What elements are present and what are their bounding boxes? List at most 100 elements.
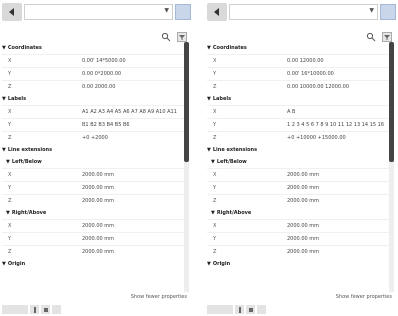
property-value[interactable]: 2000.00 mm: [283, 197, 389, 206]
property-label: Y: [213, 236, 217, 242]
bottom-button[interactable]: [52, 305, 61, 314]
bottom-field[interactable]: [207, 305, 233, 314]
section-labels[interactable]: ▼ Labels: [207, 93, 389, 105]
property-value[interactable]: 0.00 10000.00 12000.00: [283, 83, 389, 92]
property-row: Z 2000.00 mm: [2, 245, 184, 258]
property-value[interactable]: 0.00' 16*10000.00: [283, 70, 389, 79]
property-value[interactable]: +0 +2000: [78, 134, 184, 143]
panel-topbar: ▼: [207, 2, 396, 22]
search-button[interactable]: [161, 27, 171, 42]
section-coordinates[interactable]: ▼ Coordinates: [2, 42, 184, 54]
property-value[interactable]: 0.00' 14*5000.00: [78, 57, 184, 66]
subsection-left-below[interactable]: ▼ Left/Below: [2, 156, 184, 168]
section-line-extensions[interactable]: ▼ Line extensions: [207, 144, 389, 156]
property-label: X: [213, 223, 217, 229]
property-label: Y: [213, 122, 217, 128]
arrow-left-icon: [9, 8, 14, 16]
property-value[interactable]: 2000.00 mm: [283, 171, 389, 180]
filter-button[interactable]: [382, 27, 392, 42]
back-button[interactable]: [207, 3, 227, 21]
section-title: Right/Above: [11, 210, 47, 216]
expand-triangle-icon: ▼: [207, 147, 211, 153]
property-label: Z: [8, 84, 12, 90]
property-label: Z: [8, 198, 12, 204]
show-fewer-properties-link[interactable]: Show fewer properties: [131, 294, 187, 300]
pick-button[interactable]: [175, 4, 191, 20]
property-value[interactable]: 2000.00 mm: [283, 184, 389, 193]
property-value[interactable]: 0.00 0*2000.00: [78, 70, 184, 79]
property-list: ▼ Coordinates X 0.00 12000.00 Y 0.00' 16*10…: [207, 42, 389, 270]
property-value[interactable]: 2000.00 mm: [78, 222, 184, 231]
section-title: Left/Below: [216, 159, 247, 165]
scrollbar[interactable]: [184, 42, 189, 292]
section-title: Left/Below: [11, 159, 42, 165]
expand-triangle-icon: ▼: [207, 96, 211, 102]
property-value[interactable]: 0.00 12000.00: [283, 57, 389, 66]
subsection-right-above[interactable]: ▼ Right/Above: [2, 207, 184, 219]
property-row: Y 2000.00 mm: [2, 181, 184, 194]
property-value[interactable]: +0 +10000 +15000.00: [283, 134, 389, 143]
section-origin[interactable]: ▼ Origin: [2, 258, 184, 270]
object-type-dropdown[interactable]: ▼: [24, 4, 173, 20]
bottom-button[interactable]: [257, 305, 266, 314]
property-row: Z 2000.00 mm: [2, 194, 184, 207]
search-icon: [161, 32, 171, 42]
scrollbar-thumb[interactable]: [389, 42, 394, 162]
section-origin[interactable]: ▼ Origin: [207, 258, 389, 270]
property-value[interactable]: 2000.00 mm: [78, 248, 184, 257]
pin-icon: [33, 306, 36, 313]
section-line-extensions[interactable]: ▼ Line extensions: [2, 144, 184, 156]
filter-button[interactable]: [177, 27, 187, 42]
property-value[interactable]: 0.00 2000.00: [78, 83, 184, 92]
section-title: Origin: [212, 261, 231, 267]
search-button[interactable]: [366, 27, 376, 42]
property-label: Y: [8, 122, 12, 128]
property-value[interactable]: 2000.00 mm: [78, 235, 184, 244]
property-value[interactable]: 2000.00 mm: [283, 222, 389, 231]
section-title: Line extensions: [7, 147, 53, 153]
property-value[interactable]: 2000.00 mm: [78, 197, 184, 206]
expand-triangle-icon: ▼: [6, 210, 10, 216]
bottom-field[interactable]: [2, 305, 28, 314]
panel-topbar: ▼: [2, 2, 191, 22]
section-title: Labels: [212, 96, 232, 102]
chevron-down-icon: ▼: [369, 7, 374, 14]
subsection-left-below[interactable]: ▼ Left/Below: [207, 156, 389, 168]
property-label: Y: [213, 185, 217, 191]
bottom-button[interactable]: [235, 305, 244, 314]
subsection-right-above[interactable]: ▼ Right/Above: [207, 207, 389, 219]
bottom-toolbar: [207, 305, 266, 314]
property-value[interactable]: 1 2 3 4 5 6 7 8 9 10 11 12 13 14 15 16: [283, 121, 389, 130]
bottom-button[interactable]: [41, 305, 50, 314]
property-value[interactable]: 2000.00 mm: [78, 171, 184, 180]
bottom-button[interactable]: [30, 305, 39, 314]
property-value[interactable]: 2000.00 mm: [78, 184, 184, 193]
property-label: X: [213, 172, 217, 178]
property-value[interactable]: 2000.00 mm: [283, 235, 389, 244]
property-row: X 0.00' 14*5000.00: [2, 54, 184, 67]
property-label: Z: [213, 84, 217, 90]
bottom-button[interactable]: [246, 305, 255, 314]
property-label: Z: [213, 198, 217, 204]
scrollbar[interactable]: [389, 42, 394, 292]
property-list: ▼ Coordinates X 0.00' 14*5000.00 Y 0.00 0*2…: [2, 42, 184, 270]
property-label: Z: [8, 135, 12, 141]
object-type-dropdown[interactable]: ▼: [229, 4, 378, 20]
pin-icon: [238, 306, 241, 313]
arrow-left-icon: [214, 8, 219, 16]
section-labels[interactable]: ▼ Labels: [2, 93, 184, 105]
back-button[interactable]: [2, 3, 22, 21]
copy-icon: [248, 307, 253, 312]
pick-button[interactable]: [380, 4, 396, 20]
scrollbar-thumb[interactable]: [184, 42, 189, 162]
property-row: Y 0.00 0*2000.00: [2, 67, 184, 80]
property-value[interactable]: A1 A2 A3 A4 A5 A6 A7 A8 A9 A10 A11: [78, 108, 184, 117]
property-value[interactable]: B1 B2 B3 B4 B5 B6: [78, 121, 184, 130]
property-row: Y 2000.00 mm: [207, 181, 389, 194]
property-value[interactable]: 2000.00 mm: [283, 248, 389, 257]
show-fewer-properties-link[interactable]: Show fewer properties: [336, 294, 392, 300]
property-label: Y: [8, 236, 12, 242]
search-icon: [366, 32, 376, 42]
section-coordinates[interactable]: ▼ Coordinates: [207, 42, 389, 54]
property-value[interactable]: A B: [283, 108, 389, 117]
